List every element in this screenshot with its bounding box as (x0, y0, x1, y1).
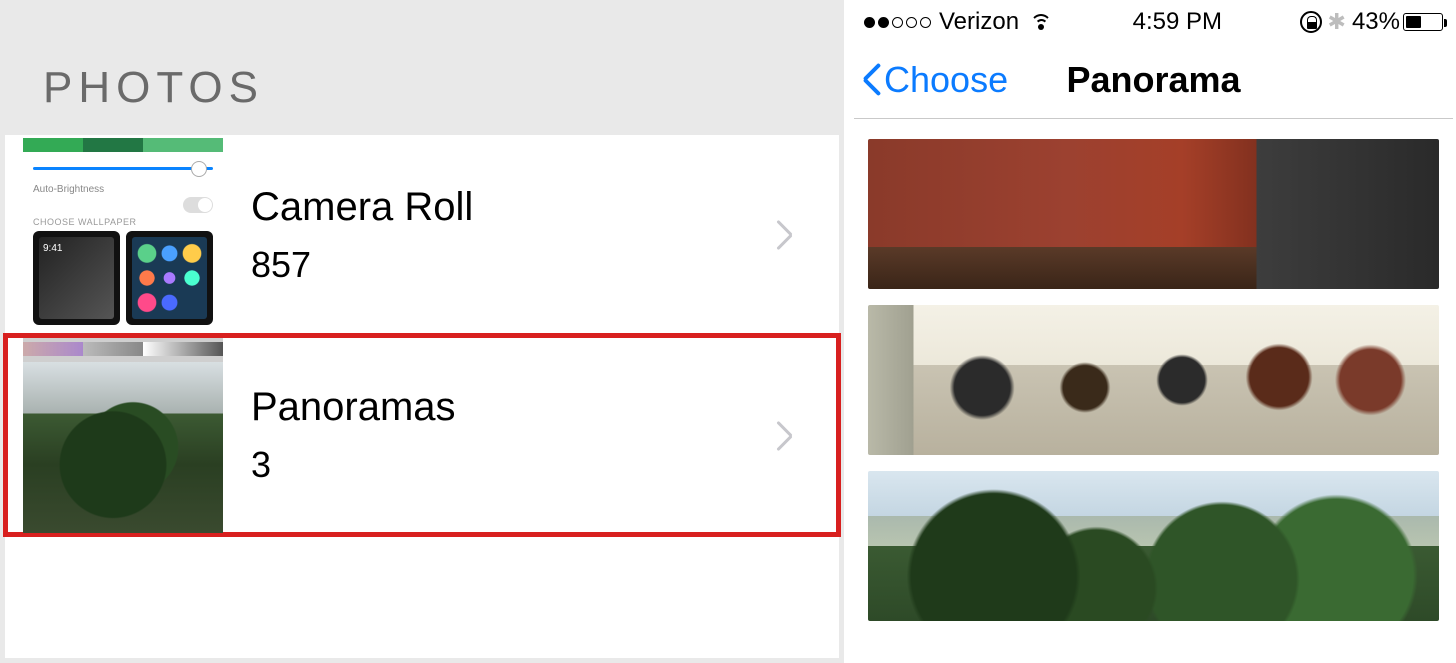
album-count: 857 (251, 244, 769, 286)
auto-brightness-label: Auto-Brightness (33, 184, 213, 195)
brightness-slider-icon (33, 158, 213, 178)
right-screenshot: Verizon 4:59 PM ✱ 43% Choose Panorama (848, 0, 1456, 663)
panorama-photo-grid[interactable] (854, 119, 1453, 660)
carrier-label: Verizon (939, 8, 1019, 36)
status-bar: Verizon 4:59 PM ✱ 43% (854, 3, 1453, 41)
choose-wallpaper-label: CHOOSE WALLPAPER (33, 217, 213, 227)
chevron-left-icon (860, 61, 884, 99)
back-button[interactable]: Choose (854, 59, 1008, 101)
album-row-panoramas[interactable]: Panoramas 3 (5, 335, 839, 535)
battery-icon (1403, 13, 1443, 31)
section-title: PHOTOS (43, 63, 264, 113)
chevron-right-icon (769, 215, 809, 255)
status-bar-time: 4:59 PM (1055, 8, 1299, 36)
phone-preview-icon (126, 231, 213, 325)
bluetooth-icon: ✱ (1328, 9, 1346, 35)
navigation-bar: Choose Panorama (854, 41, 1453, 119)
rotation-lock-icon (1300, 11, 1322, 33)
album-count: 3 (251, 444, 769, 486)
album-title: Camera Roll (251, 185, 769, 230)
album-row-camera-roll[interactable]: Auto-Brightness CHOOSE WALLPAPER Camera … (5, 135, 839, 335)
wifi-icon (1029, 12, 1055, 32)
chevron-right-icon (769, 416, 809, 456)
panorama-photo[interactable] (868, 305, 1439, 455)
battery-percent-label: 43% (1352, 8, 1400, 36)
album-title: Panoramas (251, 385, 769, 430)
left-screenshot: PHOTOS Auto-Brightness CHOOSE WALLPAPER (0, 0, 848, 663)
album-list: Auto-Brightness CHOOSE WALLPAPER Camera … (5, 135, 839, 658)
album-thumbnail-panoramas (23, 338, 223, 533)
phone-preview-icon (33, 231, 120, 325)
album-thumbnail-camera-roll: Auto-Brightness CHOOSE WALLPAPER (23, 138, 223, 333)
section-header-photos: PHOTOS (5, 5, 839, 135)
toggle-icon (23, 197, 223, 213)
panorama-photo[interactable] (868, 471, 1439, 621)
back-button-label: Choose (884, 59, 1008, 101)
panorama-photo[interactable] (868, 139, 1439, 289)
signal-strength-icon (864, 17, 931, 28)
